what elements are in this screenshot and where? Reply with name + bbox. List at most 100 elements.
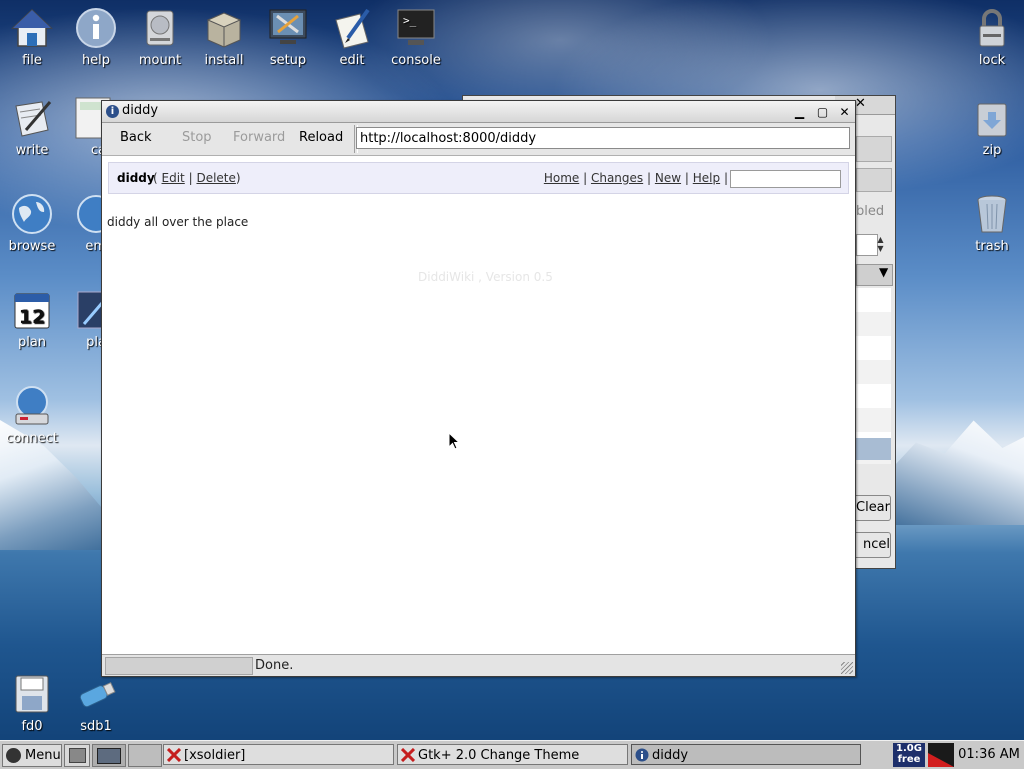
desktop-icon-install[interactable]: install: [192, 6, 256, 68]
page-body-text: diddy all over the place: [107, 215, 249, 229]
desktop-icon-label: trash: [975, 239, 1009, 254]
setup-icon: [266, 6, 310, 50]
page-title: diddy: [117, 171, 155, 185]
desktop-icon-label: install: [204, 53, 244, 68]
desktop-icon-sdb1[interactable]: sdb1: [64, 672, 128, 734]
drive-icon: [138, 6, 182, 50]
desktop-icon-fd0[interactable]: fd0: [0, 672, 64, 734]
edit-link[interactable]: Edit: [162, 171, 185, 185]
help-link[interactable]: Help: [693, 171, 720, 185]
globe-icon: [10, 192, 54, 236]
mouse-pointer-icon: [448, 431, 461, 454]
background-window-button[interactable]: [856, 168, 892, 192]
window-title: diddy: [122, 103, 159, 118]
desktop-icon-label: write: [15, 143, 49, 158]
desktop-icon-label: setup: [269, 53, 307, 68]
start-menu-button[interactable]: Menu: [2, 744, 62, 767]
desktop-icon-calculator[interactable]: ca: [58, 96, 111, 158]
delete-link[interactable]: Delete: [196, 171, 235, 185]
desktop-icon-label: browse: [8, 239, 56, 254]
menu-icon: [6, 748, 21, 763]
desktop-icon-file[interactable]: file: [0, 6, 64, 68]
desktop-icon-console[interactable]: >_ console: [384, 6, 448, 68]
desktop-icon-label: pla: [86, 335, 106, 350]
info-icon: [635, 748, 649, 762]
connect-icon: [10, 384, 54, 428]
edit-icon: [330, 6, 374, 50]
taskbar-item-diddy[interactable]: diddy: [631, 744, 861, 765]
background-window-label: bled: [856, 204, 885, 219]
desktop-icon-label: console: [391, 53, 441, 68]
window-titlebar[interactable]: i diddy ▁ ▢ ✕: [102, 101, 855, 123]
desktop-icon-label: mount: [138, 53, 182, 68]
desktop-icon-help[interactable]: help: [64, 6, 128, 68]
home-link[interactable]: Home: [544, 171, 579, 185]
desktop-icon-plan[interactable]: 12 plan: [0, 288, 64, 350]
taskbar-item-gtk-theme[interactable]: Gtk+ 2.0 Change Theme: [397, 744, 628, 765]
desktop-icon-zip[interactable]: zip: [960, 96, 1024, 158]
background-mountain-right: [880, 420, 1024, 525]
desktop-icon-browse[interactable]: browse: [0, 192, 64, 254]
info-icon: i: [106, 105, 119, 118]
console-icon: >_: [394, 6, 438, 50]
status-text: Done.: [255, 658, 294, 673]
minimize-icon[interactable]: ▁: [790, 103, 809, 121]
resize-grip-icon[interactable]: [841, 662, 853, 674]
desktop-icon-email[interactable]: em: [58, 192, 115, 254]
x-app-icon: [400, 747, 416, 763]
page-actions: ( Edit | Delete): [153, 171, 241, 185]
wiki-search-input[interactable]: [730, 170, 841, 188]
new-link[interactable]: New: [655, 171, 681, 185]
background-window-button[interactable]: [856, 136, 892, 162]
reload-button[interactable]: Reload: [299, 130, 343, 145]
desktop-icon-connect[interactable]: connect: [0, 384, 64, 446]
desktop-icon-mount[interactable]: mount: [128, 6, 192, 68]
desktop-icon-edit[interactable]: edit: [320, 6, 384, 68]
background-window-list-selected[interactable]: [856, 438, 891, 460]
clear-button[interactable]: Clear: [853, 495, 891, 521]
changes-link[interactable]: Changes: [591, 171, 643, 185]
desktop-icon-trash[interactable]: trash: [960, 192, 1024, 254]
desktop-icon-lock[interactable]: lock: [960, 6, 1024, 68]
desktop-icon-label: zip: [982, 143, 1002, 158]
load-progress-bar: [105, 657, 253, 675]
zip-icon: [970, 96, 1014, 140]
forward-button[interactable]: Forward: [233, 130, 285, 145]
browser-toolbar: Back Stop Forward Reload http://localhos…: [102, 123, 855, 156]
url-input[interactable]: http://localhost:8000/diddy: [356, 127, 850, 149]
stop-button[interactable]: Stop: [182, 130, 212, 145]
browser-window[interactable]: i diddy ▁ ▢ ✕ Back Stop Forward Reload h…: [101, 100, 856, 677]
desktop-icon-setup[interactable]: setup: [256, 6, 320, 68]
close-icon[interactable]: ✕: [835, 103, 854, 121]
screen-icon: [97, 748, 121, 764]
wiki-version-footer: DiddiWiki , Version 0.5: [418, 270, 553, 284]
wiki-header-bar: diddy ( Edit | Delete) Home | Changes | …: [108, 162, 849, 194]
desktop-icon-label: em: [85, 239, 106, 254]
maximize-icon[interactable]: ▢: [813, 103, 832, 121]
back-button[interactable]: Back: [120, 130, 152, 145]
quicklaunch-button[interactable]: [64, 744, 90, 767]
desktop-icon: [69, 748, 86, 763]
write-icon: [10, 96, 54, 140]
clock[interactable]: 01:36 AM: [957, 744, 1021, 765]
workspace-button[interactable]: [128, 744, 162, 767]
workspace-button[interactable]: [92, 744, 126, 767]
desktop-icon-play[interactable]: pla: [58, 288, 113, 350]
svg-text:>_: >_: [403, 14, 417, 27]
usb-icon: [74, 672, 118, 716]
lock-icon: [970, 6, 1014, 50]
status-bar: Done.: [102, 654, 855, 676]
home-icon: [10, 6, 54, 50]
background-window-dropdown[interactable]: ▼: [856, 264, 893, 286]
desktop-icon-write[interactable]: write: [0, 96, 64, 158]
desktop-icon-label: plan: [17, 335, 47, 350]
spin-arrows-icon[interactable]: ▲ ▼: [874, 235, 887, 254]
desktop-icon-label: ca: [90, 143, 106, 158]
trash-icon: [970, 192, 1014, 236]
page-content: diddy ( Edit | Delete) Home | Changes | …: [102, 156, 855, 652]
taskbar-item-xsoldier[interactable]: [xsoldier]: [163, 744, 394, 765]
desktop-icon-label: edit: [339, 53, 365, 68]
cancel-button[interactable]: ncel: [853, 532, 891, 558]
close-icon[interactable]: ✕: [855, 96, 866, 111]
cpu-graph: [928, 743, 954, 767]
